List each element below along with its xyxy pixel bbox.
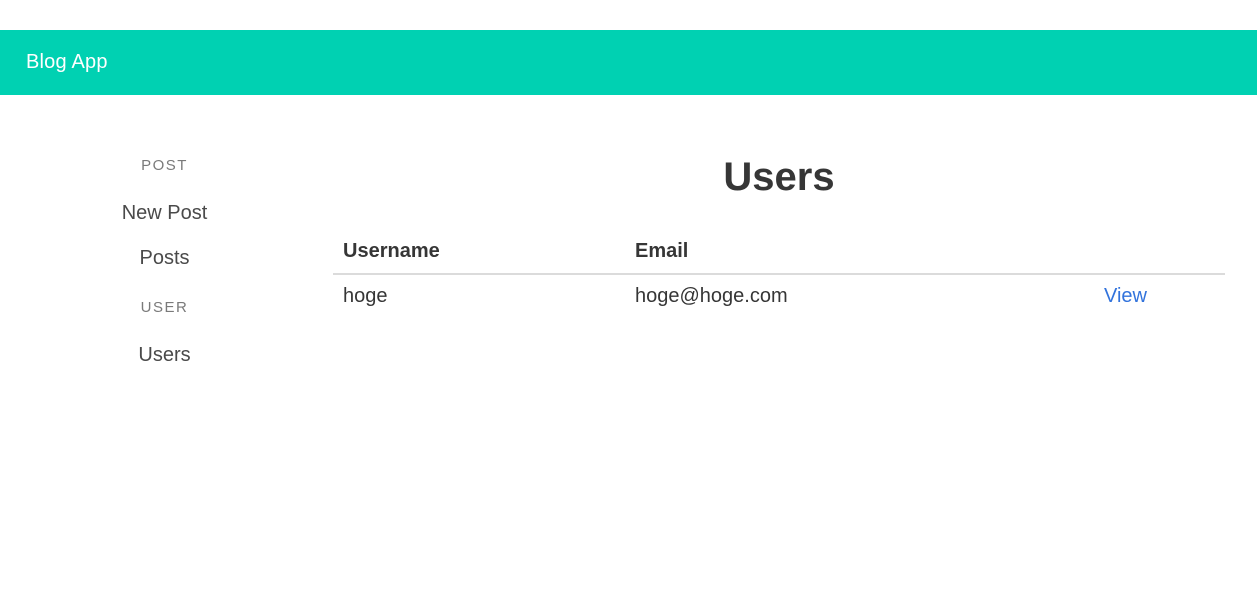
cell-actions: View bbox=[1064, 274, 1225, 317]
column-header-email: Email bbox=[625, 225, 1064, 275]
menu-label-user: USER bbox=[140, 299, 189, 316]
cell-username: hoge bbox=[343, 284, 388, 307]
sidebar-item-users[interactable]: Users bbox=[0, 344, 329, 367]
table-row: hoge hoge@hoge.com View bbox=[333, 274, 1225, 317]
navbar: Blog App bbox=[0, 30, 1257, 95]
table-header-row: Username Email bbox=[333, 225, 1225, 275]
sidebar-item-new-post[interactable]: New Post bbox=[0, 202, 329, 225]
page-layout: POST New Post Posts USER Users Users Use… bbox=[0, 95, 1257, 601]
page-title: Users bbox=[723, 155, 835, 199]
view-user-link[interactable]: View bbox=[1104, 285, 1147, 307]
column-header-username: Username bbox=[333, 225, 625, 275]
menu-label-post: POST bbox=[141, 157, 188, 174]
users-table: Username Email hoge hoge@hoge.com View bbox=[333, 225, 1225, 317]
brand-link[interactable]: Blog App bbox=[26, 51, 108, 74]
column-header-actions bbox=[1064, 225, 1225, 275]
top-spacer bbox=[0, 0, 1257, 30]
cell-email: hoge@hoge.com bbox=[635, 284, 788, 307]
table-header: Username Email bbox=[333, 225, 1225, 275]
sidebar-item-posts[interactable]: Posts bbox=[0, 247, 329, 270]
table-body: hoge hoge@hoge.com View bbox=[333, 274, 1225, 317]
